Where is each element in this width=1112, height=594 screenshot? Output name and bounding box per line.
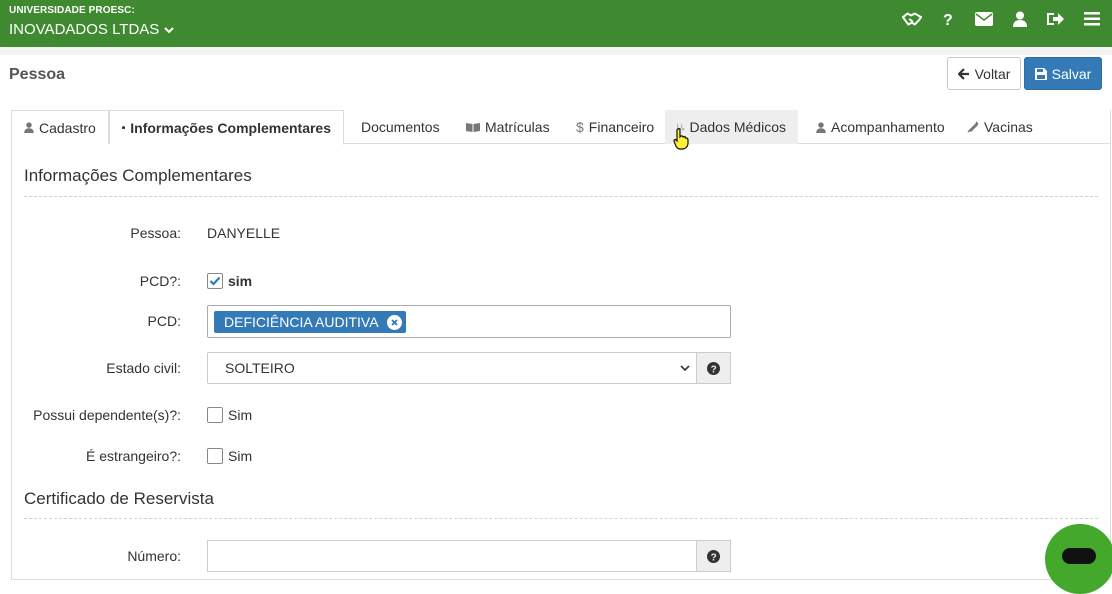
chevron-down-icon — [164, 26, 175, 33]
user-icon — [24, 122, 34, 133]
dollar-icon: $ — [576, 119, 584, 135]
section-divider — [24, 196, 1098, 197]
tab-documentos[interactable]: Documentos — [349, 110, 452, 144]
reservista-divider — [24, 518, 1098, 519]
check-icon — [209, 276, 221, 286]
estado-civil-select[interactable]: SOLTEIRO — [207, 352, 697, 384]
chevron-down-icon — [680, 365, 690, 372]
mail-icon[interactable] — [974, 9, 994, 29]
numero-label: Número: — [127, 548, 181, 564]
dependentes-value: Sim — [228, 407, 253, 423]
hand-cursor-icon — [673, 128, 689, 150]
estado-civil-label: Estado civil: — [106, 360, 181, 376]
help-icon[interactable]: ? — [938, 9, 958, 29]
tab-cadastro[interactable]: Cadastro — [11, 110, 109, 144]
pessoa-value: DANYELLE — [207, 225, 281, 241]
menu-icon[interactable] — [1082, 9, 1102, 29]
estrangeiro-label: É estrangeiro?: — [86, 448, 181, 464]
company-selector[interactable]: INOVADADOS LTDAS — [9, 21, 175, 38]
numero-help-button[interactable]: ? — [696, 540, 731, 572]
numero-input[interactable] — [207, 540, 697, 572]
logout-icon[interactable] — [1046, 9, 1066, 29]
tab-acompanhamento[interactable]: Acompanhamento — [804, 110, 957, 144]
estado-civil-help-button[interactable]: ? — [696, 352, 731, 384]
user-icon[interactable] — [1010, 9, 1030, 29]
back-button[interactable]: Voltar — [947, 57, 1021, 90]
svg-text:?: ? — [711, 364, 717, 375]
floppy-disk-icon — [1034, 67, 1047, 80]
handshake-icon[interactable] — [902, 9, 922, 29]
save-button-label: Salvar — [1051, 65, 1092, 82]
briefcase-icon — [122, 125, 126, 129]
tab-financeiro[interactable]: $ Financeiro — [564, 110, 666, 144]
company-name: INOVADADOS LTDAS — [9, 21, 160, 38]
pessoa-label: Pessoa: — [130, 225, 181, 241]
estrangeiro-checkbox[interactable] — [207, 448, 223, 464]
pcd-tag-label: DEFICIÊNCIA AUDITIVA — [224, 314, 379, 330]
tab-label: Financeiro — [588, 119, 655, 135]
chat-icon — [1062, 548, 1096, 564]
arrow-left-icon — [957, 67, 969, 80]
pcd-tag: DEFICIÊNCIA AUDITIVA — [214, 311, 406, 333]
pcd-check-value: sim — [228, 273, 253, 289]
tab-label: Informações Complementares — [130, 119, 331, 136]
tab-label: Cadastro — [39, 119, 96, 136]
estado-civil-value: SOLTEIRO — [225, 360, 295, 376]
book-icon — [466, 123, 480, 132]
tab-label: Documentos — [361, 119, 440, 135]
top-bar: UNIVERSIDADE PROESC: INOVADADOS LTDAS ? — [0, 0, 1112, 47]
reservista-section-title: Certificado de Reservista — [24, 489, 214, 508]
estrangeiro-value: Sim — [228, 448, 253, 464]
save-button[interactable]: Salvar — [1024, 57, 1102, 90]
tab-vacinas[interactable]: Vacinas — [955, 110, 1045, 144]
dependentes-checkbox[interactable] — [207, 407, 223, 423]
tab-matriculas[interactable]: Matrículas — [454, 110, 562, 144]
tab-bar: Cadastro Informações Complementares Docu… — [11, 110, 1111, 145]
user-md-icon — [816, 121, 826, 133]
pcd-check-label: PCD?: — [139, 273, 181, 289]
dependentes-label: Possui dependente(s)?: — [33, 407, 181, 423]
back-button-label: Voltar — [974, 65, 1011, 82]
tab-label: Matrículas — [485, 119, 550, 135]
page-title: Pessoa — [9, 66, 66, 83]
question-circle-icon: ? — [707, 549, 720, 563]
question-circle-icon: ? — [707, 361, 720, 375]
tab-informacoes-complementares[interactable]: Informações Complementares — [109, 110, 344, 145]
pcd-multiselect[interactable]: DEFICIÊNCIA AUDITIVA — [207, 305, 731, 338]
remove-tag-icon[interactable] — [386, 314, 402, 330]
syringe-icon — [967, 121, 979, 133]
chat-button[interactable] — [1045, 524, 1112, 594]
pcd-label: PCD: — [147, 313, 181, 329]
svg-text:?: ? — [943, 12, 953, 27]
tab-label: Vacinas — [984, 119, 1033, 135]
tab-label: Dados Médicos — [689, 119, 787, 135]
subheader-strip — [0, 47, 1112, 55]
pcd-checkbox[interactable] — [207, 273, 223, 289]
svg-text:?: ? — [711, 552, 717, 563]
institution-name: UNIVERSIDADE PROESC: — [9, 5, 135, 16]
section-title: Informações Complementares — [24, 166, 252, 185]
tab-label: Acompanhamento — [831, 119, 945, 135]
